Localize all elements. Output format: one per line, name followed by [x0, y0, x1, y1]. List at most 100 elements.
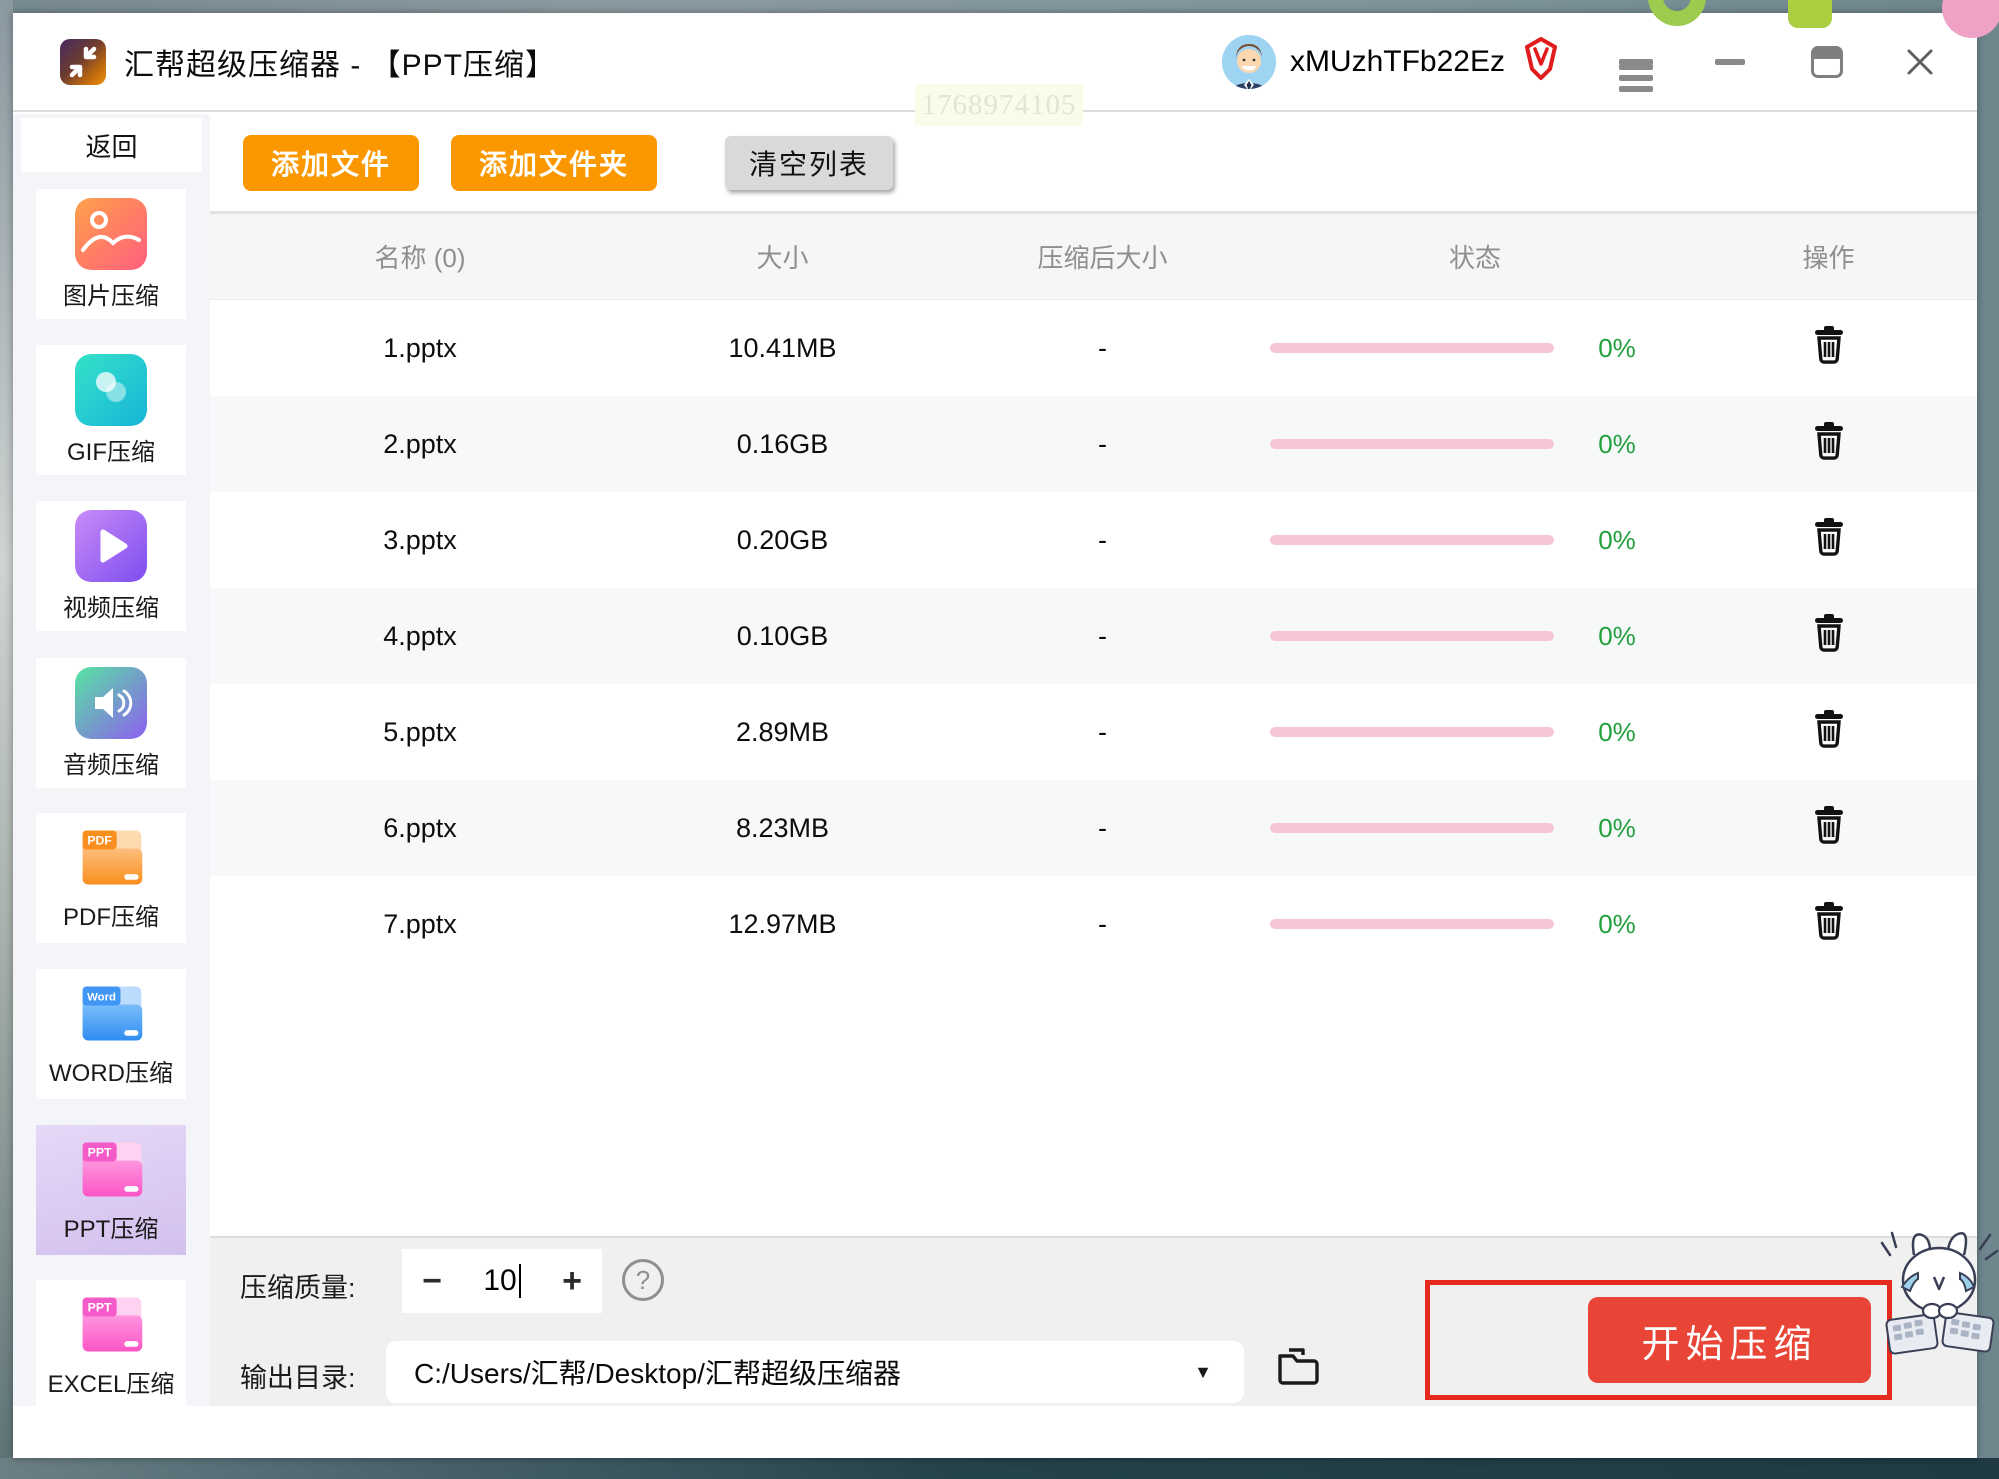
header-status: 状态 — [1448, 243, 1501, 273]
file-name: 1.pptx — [383, 332, 457, 363]
watermark-id: 1768974105 — [915, 84, 1083, 126]
quality-minus-button[interactable]: − — [402, 1262, 462, 1301]
sidebar-item-audio-compress[interactable]: 音频压缩 — [36, 658, 186, 788]
sidebar-item-label: GIF压缩 — [67, 438, 155, 466]
file-name: 3.pptx — [383, 524, 457, 555]
quality-plus-button[interactable]: + — [542, 1262, 602, 1301]
file-size: 2.89MB — [735, 716, 830, 747]
sidebar-item-label: 视频压缩 — [63, 594, 159, 622]
file-name: 2.pptx — [383, 428, 457, 459]
table-row: 4.pptx 0.10GB - 0% — [210, 588, 1977, 684]
excel-folder-icon: PPT — [82, 1297, 143, 1352]
file-size: 12.97MB — [728, 908, 837, 939]
vip-badge-icon[interactable] — [1521, 36, 1561, 87]
word-folder-icon: Word — [82, 986, 143, 1041]
help-icon[interactable]: ? — [622, 1259, 664, 1301]
maximize-button[interactable] — [1811, 45, 1843, 78]
user-avatar[interactable] — [1221, 34, 1276, 89]
progress-percent: 0% — [1598, 908, 1636, 939]
svg-text:PPT: PPT — [88, 1300, 112, 1314]
output-dir-label: 输出目录: — [240, 1363, 356, 1393]
delete-trash-icon[interactable] — [1813, 613, 1845, 659]
table-row: 1.pptx 10.41MB - 0% — [210, 300, 1977, 396]
video-compress-icon — [75, 509, 147, 582]
compressed-size: - — [1098, 332, 1107, 363]
sidebar-item-label: EXCEL压缩 — [47, 1370, 175, 1398]
file-table-body: 1.pptx 10.41MB - 0% 2.pptx 0.16GB - 0% 3… — [210, 300, 1977, 972]
compressed-size: - — [1098, 908, 1107, 939]
main-panel: 添加文件 添加文件夹 清空列表 名称 (0) 大小 压缩后大小 状态 操作 1.… — [210, 114, 1977, 1406]
output-path-select[interactable]: C:/Users/汇帮/Desktop/汇帮超级压缩器 ▼ — [386, 1341, 1244, 1403]
progress-bar — [1270, 727, 1554, 737]
delete-trash-icon[interactable] — [1813, 901, 1845, 947]
sidebar-item-label: 图片压缩 — [63, 282, 159, 310]
menu-icon[interactable] — [1619, 54, 1653, 92]
browse-folder-icon[interactable] — [1276, 1346, 1320, 1391]
table-row: 2.pptx 0.16GB - 0% — [210, 396, 1977, 492]
compressed-size: - — [1098, 428, 1107, 459]
add-file-button[interactable]: 添加文件 — [243, 134, 420, 191]
table-row: 6.pptx 8.23MB - 0% — [210, 780, 1977, 876]
delete-trash-icon[interactable] — [1813, 805, 1845, 851]
quality-value-input[interactable]: 10 — [462, 1264, 542, 1298]
header-action: 操作 — [1802, 243, 1855, 273]
sidebar-item-video-compress[interactable]: 视频压缩 — [36, 501, 186, 631]
app-window: 汇帮超级压缩器 - 【PPT压缩】 xMUzhTFb22Ez 176897410… — [13, 13, 1977, 1458]
window-title: 汇帮超级压缩器 - 【PPT压缩】 — [124, 48, 557, 82]
sidebar-item-label: PDF压缩 — [63, 903, 159, 931]
progress-percent: 0% — [1598, 716, 1636, 747]
delete-trash-icon[interactable] — [1813, 325, 1845, 371]
header-name: 名称 (0) — [374, 243, 466, 273]
toolbar: 添加文件 添加文件夹 清空列表 — [210, 114, 1977, 211]
sidebar-item-ppt-compress[interactable]: PPT PPT压缩 — [36, 1125, 186, 1255]
file-size: 10.41MB — [728, 332, 837, 363]
header-size: 大小 — [756, 243, 809, 273]
progress-bar — [1270, 919, 1554, 929]
file-name: 7.pptx — [383, 908, 457, 939]
desktop-wallpaper-left — [0, 0, 13, 1479]
file-name: 6.pptx — [383, 812, 457, 843]
table-row: 7.pptx 12.97MB - 0% — [210, 876, 1977, 972]
close-button[interactable] — [1903, 45, 1937, 79]
compressed-size: - — [1098, 812, 1107, 843]
progress-bar — [1270, 343, 1554, 353]
back-button[interactable]: 返回 — [21, 118, 202, 172]
sidebar: 返回 图片压缩 GIF压缩 视频压缩 音频压缩 PDF PDF压缩 Word W… — [13, 114, 210, 1406]
file-name: 5.pptx — [383, 716, 457, 747]
minimize-button[interactable] — [1653, 58, 1745, 65]
progress-bar — [1270, 535, 1554, 545]
svg-text:PPT: PPT — [88, 1145, 112, 1159]
delete-trash-icon[interactable] — [1813, 709, 1845, 755]
sidebar-item-word-compress[interactable]: Word WORD压缩 — [36, 969, 186, 1099]
output-path-value: C:/Users/汇帮/Desktop/汇帮超级压缩器 — [414, 1358, 901, 1389]
start-highlight-box: 开始压缩 — [1425, 1280, 1892, 1400]
quality-label: 压缩质量: — [240, 1273, 356, 1303]
progress-bar — [1270, 823, 1554, 833]
compressed-size: - — [1098, 716, 1107, 747]
app-logo-icon — [60, 38, 106, 85]
delete-trash-icon[interactable] — [1813, 517, 1845, 563]
sidebar-item-excel-compress[interactable]: PPT EXCEL压缩 — [36, 1280, 186, 1406]
file-name: 4.pptx — [383, 620, 457, 651]
add-folder-button[interactable]: 添加文件夹 — [451, 134, 658, 191]
sidebar-item-label: PPT压缩 — [63, 1215, 159, 1243]
ppt-folder-icon: PPT — [82, 1142, 143, 1197]
clear-list-button[interactable]: 清空列表 — [725, 135, 894, 190]
settings-panel: 压缩质量: − 10 + ? 输出目录: C:/Users/汇帮/Desktop… — [210, 1236, 1977, 1406]
compressed-size: - — [1098, 524, 1107, 555]
pdf-folder-icon: PDF — [82, 830, 143, 885]
file-size: 0.16GB — [736, 428, 829, 459]
start-compress-button[interactable]: 开始压缩 — [1588, 1297, 1871, 1383]
image-compress-icon — [75, 197, 147, 270]
delete-trash-icon[interactable] — [1813, 421, 1845, 467]
chevron-down-icon[interactable]: ▼ — [1194, 1362, 1212, 1383]
sidebar-item-pdf-compress[interactable]: PDF PDF压缩 — [36, 813, 186, 943]
progress-percent: 0% — [1598, 812, 1636, 843]
username-label[interactable]: xMUzhTFb22Ez — [1290, 45, 1505, 79]
svg-text:PDF: PDF — [87, 833, 112, 847]
sidebar-item-image-compress[interactable]: 图片压缩 — [36, 189, 186, 319]
sidebar-item-gif-compress[interactable]: GIF压缩 — [36, 345, 186, 475]
progress-percent: 0% — [1598, 524, 1636, 555]
audio-compress-icon — [75, 666, 147, 739]
table-row: 5.pptx 2.89MB - 0% — [210, 684, 1977, 780]
